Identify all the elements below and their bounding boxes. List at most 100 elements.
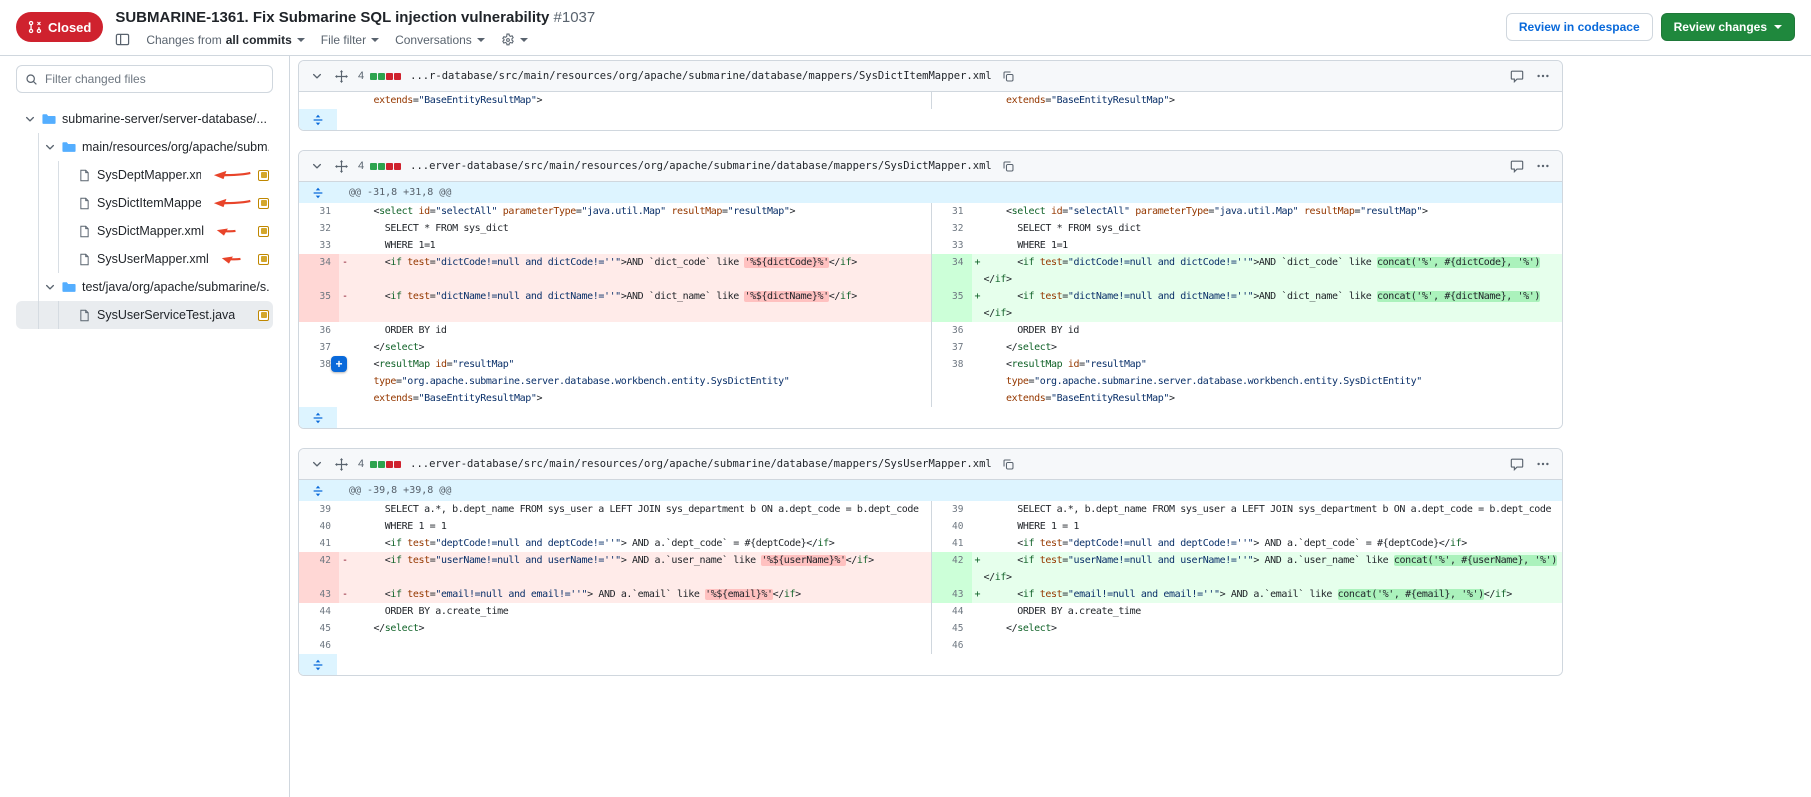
line-number[interactable]: 40 <box>932 518 972 535</box>
file-comment-button[interactable] <box>1508 157 1526 175</box>
code-line: <select id="selectAll" parameterType="ja… <box>984 203 1563 220</box>
tree-folder-item[interactable]: test/java/org/apache/submarine/s... <box>16 273 273 301</box>
code-line: extends="BaseEntityResultMap"> <box>984 92 1563 109</box>
file-modified-badge <box>258 254 269 265</box>
conversations-dropdown[interactable]: Conversations <box>395 33 485 47</box>
tree-file-item[interactable]: SysUserMapper.xml <box>16 245 273 273</box>
review-changes-button[interactable]: Review changes <box>1661 13 1795 41</box>
copy-icon <box>1002 458 1015 471</box>
tree-folder-item[interactable]: submarine-server/server-database/... <box>16 105 273 133</box>
tree-file-item[interactable]: SysDictMapper.xml <box>16 217 273 245</box>
line-number[interactable]: 41 <box>932 535 972 552</box>
pr-title: SUBMARINE-1361. Fix Submarine SQL inject… <box>115 9 595 27</box>
line-number[interactable] <box>299 92 339 109</box>
code-cell: SELECT a.*, b.dept_name FROM sys_user a … <box>972 501 1563 518</box>
expand-diff-button[interactable] <box>299 480 337 501</box>
chevron-down-icon[interactable] <box>44 281 56 293</box>
copy-path-button[interactable] <box>1000 68 1017 85</box>
code-cell: <select id="selectAll" parameterType="ja… <box>339 203 931 220</box>
file-kebab-menu-button[interactable] <box>1534 67 1552 85</box>
line-number[interactable]: 36 <box>932 322 972 339</box>
expand-diff-button[interactable] <box>299 407 337 428</box>
line-number[interactable]: 37 <box>932 339 972 356</box>
line-number[interactable]: 46 <box>932 637 972 654</box>
file-kebab-menu-button[interactable] <box>1534 157 1552 175</box>
file-icon <box>78 309 91 322</box>
review-in-codespace-button[interactable]: Review in codespace <box>1506 13 1653 41</box>
code-line: type="org.apache.submarine.server.databa… <box>351 373 931 390</box>
line-number[interactable]: 45 <box>299 620 339 637</box>
line-number[interactable]: 42 <box>932 552 972 586</box>
line-number[interactable]: 45 <box>932 620 972 637</box>
tree-file-item[interactable]: SysDictItemMapper.xml <box>16 189 273 217</box>
line-number[interactable]: 35 <box>299 288 339 322</box>
tree-file-item[interactable]: SysUserServiceTest.java <box>16 301 273 329</box>
line-number[interactable]: 35 <box>932 288 972 322</box>
tree-folder-item[interactable]: main/resources/org/apache/subm... <box>16 133 273 161</box>
line-number[interactable]: 31 <box>932 203 972 220</box>
code-line: </select> <box>351 339 931 356</box>
line-number[interactable]: 32 <box>299 220 339 237</box>
line-number[interactable]: 39 <box>299 501 339 518</box>
chevron-down-icon[interactable] <box>44 141 56 153</box>
line-number[interactable]: 42 <box>299 552 339 586</box>
line-number[interactable]: 46 <box>299 637 339 654</box>
diff-marker: - <box>339 288 351 322</box>
diff-marker <box>339 92 351 109</box>
file-filter-dropdown[interactable]: File filter <box>321 33 379 47</box>
changes-from-dropdown[interactable]: Changes fromall commits <box>146 33 304 47</box>
diff-marker: + <box>972 552 984 586</box>
diff-marker <box>339 637 351 654</box>
chevron-down-icon <box>44 141 56 153</box>
line-number[interactable]: 33 <box>932 237 972 254</box>
drag-file-handle[interactable] <box>333 158 350 175</box>
expand-diff-button[interactable] <box>299 109 337 130</box>
line-number[interactable]: 44 <box>299 603 339 620</box>
copy-icon <box>1002 160 1015 173</box>
line-number[interactable]: 33 <box>299 237 339 254</box>
diff-row: 44 ORDER BY a.create_time44 ORDER BY a.c… <box>299 603 1562 620</box>
line-number[interactable]: 38 <box>932 356 972 407</box>
toggle-file-tree-button[interactable] <box>115 32 130 47</box>
diff-settings-dropdown[interactable] <box>501 33 528 47</box>
diff-row: 33 WHERE 1=133 WHERE 1=1 <box>299 237 1562 254</box>
tree-file-item[interactable]: SysDeptMapper.xml <box>16 161 273 189</box>
line-number[interactable]: 37 <box>299 339 339 356</box>
drag-file-handle[interactable] <box>333 68 350 85</box>
chevron-down-icon[interactable] <box>24 113 36 125</box>
collapse-file-button[interactable] <box>309 456 325 472</box>
expand-diff-button[interactable] <box>299 654 337 675</box>
collapse-file-button[interactable] <box>309 158 325 174</box>
line-number[interactable]: 39 <box>932 501 972 518</box>
drag-file-handle[interactable] <box>333 456 350 473</box>
line-number[interactable] <box>932 92 972 109</box>
file-kebab-menu-button[interactable] <box>1534 455 1552 473</box>
filter-changed-files-input[interactable] <box>16 65 273 93</box>
line-number[interactable]: 31 <box>299 203 339 220</box>
copy-path-button[interactable] <box>1000 456 1017 473</box>
diff-marker <box>972 518 984 535</box>
line-number[interactable]: 34 <box>299 254 339 288</box>
add-line-comment-button[interactable]: + <box>331 356 347 372</box>
line-number[interactable]: 43 <box>299 586 339 603</box>
line-number[interactable]: 44 <box>932 603 972 620</box>
file-path[interactable]: ...erver-database/src/main/resources/org… <box>410 160 992 172</box>
collapse-file-button[interactable] <box>309 68 325 84</box>
file-icon <box>78 169 91 182</box>
line-number[interactable]: 32 <box>932 220 972 237</box>
code-cell: </select> <box>339 339 931 356</box>
copy-path-button[interactable] <box>1000 158 1017 175</box>
file-comment-button[interactable] <box>1508 455 1526 473</box>
line-number[interactable]: 34 <box>932 254 972 288</box>
line-number[interactable]: 40 <box>299 518 339 535</box>
file-path[interactable]: ...erver-database/src/main/resources/org… <box>410 458 992 470</box>
line-number[interactable]: 41 <box>299 535 339 552</box>
line-number[interactable]: 36 <box>299 322 339 339</box>
expand-diff-button[interactable] <box>299 182 337 203</box>
file-path[interactable]: ...r-database/src/main/resources/org/apa… <box>410 70 992 82</box>
code-line: <if test="dictCode!=null and dictCode!='… <box>351 254 931 271</box>
code-line: ORDER BY a.create_time <box>984 603 1563 620</box>
line-number[interactable]: 43 <box>932 586 972 603</box>
code-line: extends="BaseEntityResultMap"> <box>984 390 1563 407</box>
file-comment-button[interactable] <box>1508 67 1526 85</box>
